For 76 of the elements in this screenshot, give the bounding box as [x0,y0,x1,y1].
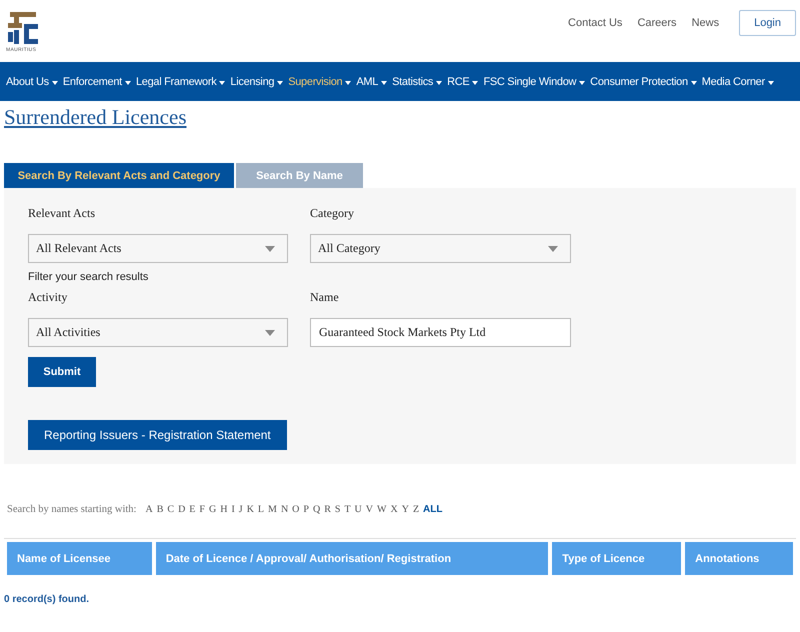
caret-icon [345,80,352,84]
letter-link[interactable]: H [220,504,228,515]
nav-item[interactable]: RCE [447,76,478,88]
nav-item[interactable]: Supervision [288,76,352,88]
login-button[interactable]: Login [739,10,796,36]
nav-item[interactable]: Consumer Protection [590,76,697,88]
nav-item[interactable]: Licensing [230,76,284,88]
field-label: Name [310,290,340,305]
nav-item[interactable]: About Us [6,76,58,88]
field-label: Activity [28,290,68,305]
letter-link[interactable]: ALL [423,504,442,515]
letter-link[interactable]: X [390,504,398,515]
caret-icon [768,80,774,84]
alphabet-label: Search by names starting with: [7,504,136,515]
letter-link[interactable]: L [258,504,264,515]
page-title[interactable]: Surrendered Licences [4,105,186,130]
caret-icon [381,80,388,84]
top-link[interactable]: Careers [637,17,677,29]
result-count: 0 record(s) found. [4,594,90,605]
letter-link[interactable]: K [246,504,254,515]
letter-link[interactable]: J [238,504,243,515]
filter-heading: Filter your search results [28,271,148,283]
caret-icon [277,80,284,84]
relevant-acts-dropdown[interactable]: All Relevant Acts [28,234,288,263]
column-header: Date of Licence / Approval/ Authorisation/ Registration [156,542,548,575]
letter-link[interactable]: A [145,504,153,515]
letter-link[interactable]: W [377,504,386,515]
name-input-field[interactable]: Guaranteed Stock Markets Pty Ltd [310,318,571,347]
caret-icon [219,80,226,84]
letter-link[interactable]: E [189,504,196,515]
nav-item[interactable]: FSC Single Window [483,76,586,88]
letter-link[interactable]: R [324,504,331,515]
nav-item[interactable]: Enforcement [62,76,131,88]
reporting-issuers-button[interactable]: Reporting Issuers - Registration Statement [28,420,287,450]
field-label: Relevant Acts [28,206,96,221]
caret-icon [124,80,131,84]
letter-link[interactable]: M [268,504,277,515]
letter-link[interactable]: S [334,504,340,515]
logo-icon [6,10,40,46]
column-header: Name of Licensee [7,542,152,575]
letter-link[interactable]: U [354,504,362,515]
letter-link[interactable]: O [292,504,300,515]
column-header: Type of Licence [552,542,682,575]
caret-icon [548,246,558,252]
nav-item[interactable]: Legal Framework [136,76,226,88]
top-link[interactable]: Contact Us [568,17,622,29]
submit-button[interactable]: Submit [28,357,96,387]
letter-link[interactable]: P [303,504,309,515]
letter-link[interactable]: D [178,504,186,515]
nav-item[interactable]: AML [356,76,388,88]
tab[interactable]: Search By Relevant Acts and Category [4,163,234,188]
category-dropdown[interactable]: All Category [310,234,571,263]
caret-icon [472,80,478,84]
letter-link[interactable]: B [156,504,164,515]
caret-icon [265,330,275,336]
letter-link[interactable]: F [199,504,205,515]
letter-link[interactable]: C [167,504,174,515]
column-header: Annotations [685,542,793,575]
letter-link[interactable]: Z [412,504,420,515]
caret-icon [690,80,697,84]
caret-icon [52,80,58,84]
letter-link[interactable]: N [280,504,288,515]
letter-link[interactable]: G [208,504,216,515]
caret-icon [436,80,442,84]
letter-link[interactable]: T [344,504,351,515]
top-link[interactable]: News [692,17,720,29]
activity-dropdown[interactable]: All Activities [28,318,288,347]
caret-icon [265,246,275,252]
letter-link[interactable]: V [366,504,374,515]
letter-link[interactable]: Y [402,504,409,515]
nav-item[interactable]: Statistics [392,76,442,88]
letter-link[interactable]: I [231,504,235,515]
letter-link[interactable]: Q [312,504,320,515]
field-label: Category [310,206,355,221]
nav-item[interactable]: Media Corner [702,76,774,88]
caret-icon [579,80,586,84]
